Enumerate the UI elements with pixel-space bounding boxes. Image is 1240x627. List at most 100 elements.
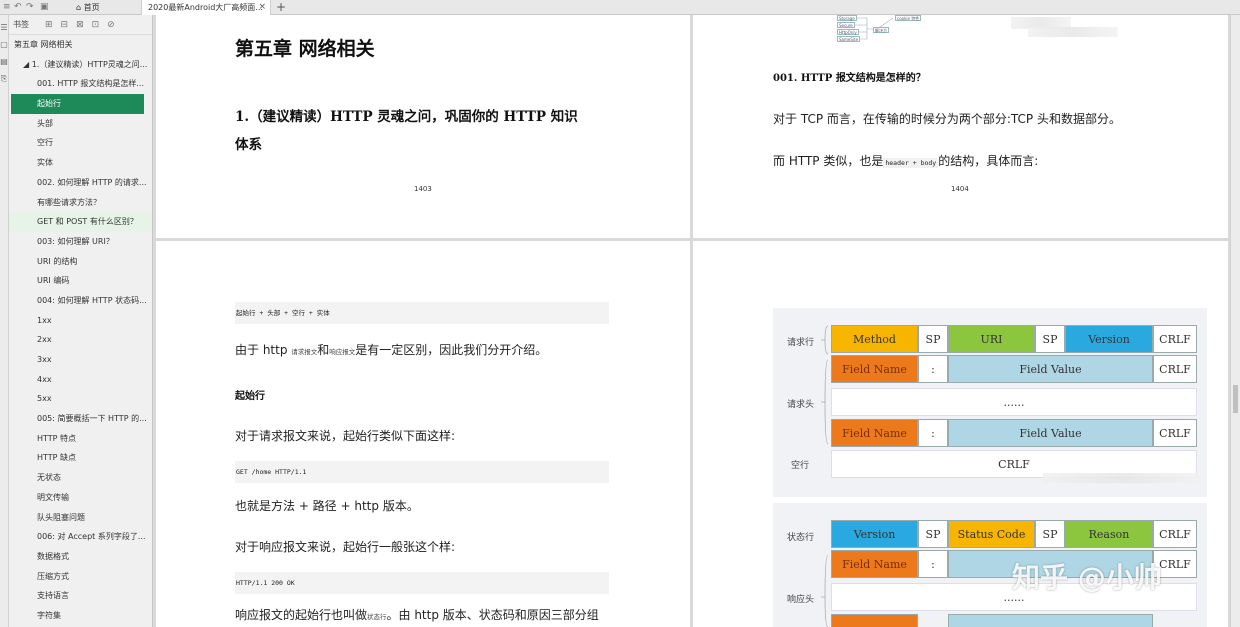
sidebar-item[interactable]: 第五章 网络相关 bbox=[9, 35, 152, 55]
scrollbar-thumb[interactable] bbox=[1233, 385, 1238, 413]
sidebar-item[interactable]: 有哪些请求方法？ bbox=[9, 193, 152, 213]
home-icon: ⌂ bbox=[76, 3, 84, 12]
tab-document-label: 2020最新Android大厂高频面... bbox=[148, 3, 263, 12]
sidebar-item[interactable]: 4xx bbox=[9, 370, 152, 390]
tab-home-label: 首页 bbox=[83, 3, 100, 12]
cell-crlf: CRLF bbox=[1153, 325, 1197, 353]
close-icon[interactable]: × bbox=[258, 0, 266, 15]
inline-code: 状态行 bbox=[367, 613, 387, 621]
label-request-line: 请求行 bbox=[787, 338, 815, 348]
sidebar-item[interactable]: 空行 bbox=[9, 133, 152, 153]
sidebar-item[interactable]: 1xx bbox=[9, 311, 152, 331]
paragraph: 响应报文的起始行也叫做状态行。由 http 版本、状态码和原因三部分组 bbox=[235, 606, 599, 623]
sidebar-item[interactable]: 头部 bbox=[9, 114, 152, 134]
bookmark-panel-icon[interactable]: ▢ bbox=[0, 40, 8, 49]
sidebar-item[interactable]: 003: 如何理解 URI？ bbox=[9, 232, 152, 252]
section-title-line1: 1.（建议精读）HTTP 灵魂之问，巩固你的 HTTP 知识 bbox=[235, 109, 578, 125]
page-number: 1404 bbox=[951, 185, 969, 193]
paragraph-text: 由于 http bbox=[235, 343, 292, 357]
sidebar-item[interactable]: ◢ 1.（建议精读）HTTP灵魂之问... bbox=[9, 55, 152, 75]
sidebar-item[interactable]: 字符集 bbox=[9, 606, 152, 626]
bookmark-sidebar: 书签 ⊞⊟⊠⊡⊘ 第五章 网络相关 ◢ 1.（建议精读）HTTP灵魂之问... 00… bbox=[9, 15, 153, 627]
cell-method: Method bbox=[831, 325, 918, 353]
outline-icon[interactable]: ☰ bbox=[0, 23, 8, 32]
new-tab-button[interactable]: + bbox=[276, 0, 286, 14]
section-title-line2: 体系 bbox=[235, 137, 262, 153]
sidebar-item[interactable]: 5xx bbox=[9, 389, 152, 409]
sidebar-item[interactable]: 实体 bbox=[9, 153, 152, 173]
bookmark-list: 第五章 网络相关 ◢ 1.（建议精读）HTTP灵魂之问... 001. HTTP 报… bbox=[9, 35, 152, 626]
menu-icon[interactable]: ≡ bbox=[3, 1, 11, 13]
page-number: 1403 bbox=[414, 185, 432, 193]
cell-field-name bbox=[831, 614, 918, 627]
paragraph: 对于请求报文来说，起始行类似下面这样: bbox=[235, 429, 456, 443]
label-response-header: 响应头 bbox=[787, 595, 815, 605]
chapter-title: 第五章 网络相关 bbox=[235, 38, 375, 60]
question-heading: 001. HTTP 报文结构是怎样的？ bbox=[773, 73, 926, 84]
cell-crlf: CRLF bbox=[1153, 355, 1197, 383]
inline-code: header + body bbox=[883, 158, 939, 168]
paragraph: 也就是方法 + 路径 + http 版本。 bbox=[235, 499, 419, 513]
paragraph-text: 和 bbox=[317, 343, 330, 357]
sidebar-item[interactable]: 数据格式 bbox=[9, 547, 152, 567]
code-block: 起始行 + 头部 + 空行 + 实体 bbox=[235, 302, 609, 324]
cell-field-value: Field Value bbox=[948, 355, 1153, 383]
save-icon[interactable]: ▣ bbox=[40, 1, 49, 13]
sidebar-item[interactable]: 005: 简要概括一下 HTTP 的... bbox=[9, 409, 152, 429]
pdf-page-1403: 第五章 网络相关 1.（建议精读）HTTP 灵魂之问，巩固你的 HTTP 知识 … bbox=[156, 15, 690, 238]
undo-icon[interactable]: ↶ bbox=[14, 1, 22, 13]
sidebar-item[interactable]: 压缩方式 bbox=[9, 567, 152, 587]
sidebar-item[interactable]: 支持语言 bbox=[9, 586, 152, 606]
cell-uri: URI bbox=[948, 325, 1035, 353]
sidebar-toolbar[interactable]: ⊞⊟⊠⊡⊘ bbox=[45, 15, 123, 35]
paragraph-text: 的结构，具体而言: bbox=[938, 154, 1039, 168]
sidebar-title: 书签 bbox=[13, 20, 29, 29]
sidebar-item[interactable]: GET 和 POST 有什么区别？ bbox=[9, 212, 152, 232]
sidebar-item[interactable]: 001. HTTP 报文结构是怎样... bbox=[9, 74, 152, 94]
mini-label: SameSite bbox=[837, 36, 861, 42]
request-message-diagram: 请求行 请求头 空行 Method SP URI SP Version CRLF… bbox=[773, 308, 1207, 497]
cell-sp: SP bbox=[1035, 520, 1065, 548]
blurred-region bbox=[1043, 473, 1203, 483]
cell-reason: Reason bbox=[1065, 520, 1153, 548]
tab-home[interactable]: ⌂ 首页 bbox=[70, 0, 140, 15]
cell-colon: : bbox=[918, 355, 948, 383]
subheading: 起始行 bbox=[235, 391, 265, 402]
sidebar-item[interactable]: 006: 对 Accept 系列字段了... bbox=[9, 527, 152, 547]
paragraph-text: 而 HTTP 类似，也是 bbox=[773, 154, 884, 168]
watermark: 知乎 @小帅 bbox=[1012, 561, 1162, 594]
thumbnail-icon[interactable]: ▤ bbox=[0, 57, 8, 66]
paragraph: 对于 TCP 而言，在传输的时候分为两个部分:TCP 头和数据部分。 bbox=[773, 112, 1121, 126]
cell-field-name: Field Name bbox=[831, 419, 918, 447]
pdf-page-1405: 起始行 + 头部 + 空行 + 实体 由于 http 请求报文和响应报文是有一定… bbox=[156, 241, 690, 627]
cell-field-value bbox=[948, 614, 1153, 627]
mini-label: 解决方 bbox=[873, 27, 889, 33]
sidebar-item[interactable]: URI 编码 bbox=[9, 271, 152, 291]
attachment-icon[interactable]: ⎘ bbox=[0, 74, 8, 84]
redo-icon[interactable]: ↷ bbox=[26, 1, 34, 13]
mini-label: cookie 特性 bbox=[895, 15, 922, 21]
vertical-scrollbar[interactable] bbox=[1230, 15, 1240, 627]
sidebar-item[interactable]: URI 的结构 bbox=[9, 252, 152, 272]
cell-field-name: Field Name bbox=[831, 550, 918, 578]
inline-code: 响应报文 bbox=[329, 348, 356, 356]
sidebar-item[interactable]: 004: 如何理解 HTTP 状态码... bbox=[9, 291, 152, 311]
sidebar-item[interactable]: 3xx bbox=[9, 350, 152, 370]
cell-sp: SP bbox=[918, 325, 948, 353]
sidebar-item[interactable]: HTTP 特点 bbox=[9, 429, 152, 449]
paragraph: 由于 http 请求报文和响应报文是有一定区别，因此我们分开介绍。 bbox=[235, 341, 547, 358]
label-request-header: 请求头 bbox=[787, 400, 815, 410]
sidebar-item[interactable]: 无状态 bbox=[9, 468, 152, 488]
sidebar-item[interactable]: HTTP 缺点 bbox=[9, 448, 152, 468]
sidebar-item[interactable]: 002. 如何理解 HTTP 的请求... bbox=[9, 173, 152, 193]
cell-colon: : bbox=[918, 419, 948, 447]
label-blank-line: 空行 bbox=[791, 461, 810, 471]
sidebar-item[interactable]: 2xx bbox=[9, 330, 152, 350]
inline-code: 请求报文 bbox=[291, 348, 318, 356]
sidebar-item[interactable]: 队头阻塞问题 bbox=[9, 508, 152, 528]
cell-sp: SP bbox=[1035, 325, 1065, 353]
tab-document[interactable]: 2020最新Android大厂高频面... × bbox=[141, 0, 271, 15]
cell-field-name: Field Name bbox=[831, 355, 918, 383]
sidebar-item[interactable]: 明文传输 bbox=[9, 488, 152, 508]
sidebar-item[interactable]: 起始行 bbox=[11, 94, 144, 114]
